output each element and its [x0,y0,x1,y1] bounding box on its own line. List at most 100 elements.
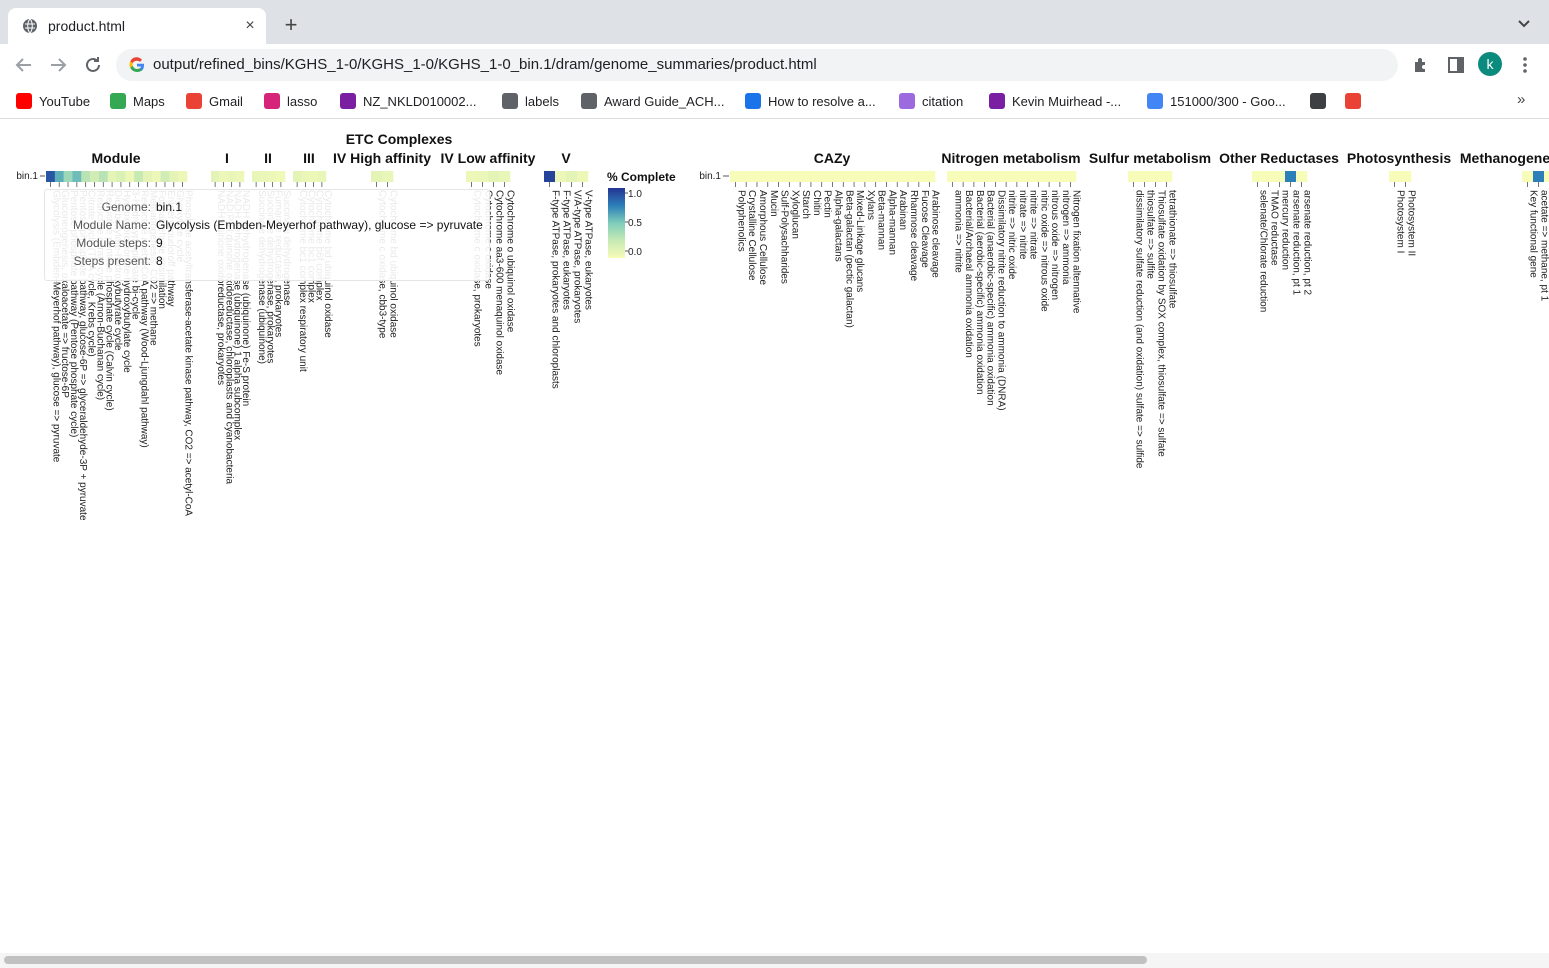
address-bar[interactable]: output/refined_bins/KGHS_1-0/KGHS_1-0/KG… [116,49,1398,81]
legend-tick-label: 0.5 [628,218,642,229]
heatmap-cell [1296,171,1308,182]
column-label: Alpha-galactans [833,190,844,262]
bookmark-0[interactable]: YouTube [16,93,90,111]
heatmap-cell [1054,171,1066,182]
bookmark-4[interactable]: NZ_NKLD010002... [340,93,476,111]
heatmap-cell [293,171,302,182]
heatmap-cell [730,171,742,182]
column-label: Fucose Cleavage [919,190,930,268]
bookmark-favicon-icon [989,93,1005,109]
heatmap-cell [382,171,394,182]
heatmap-cell [268,171,278,182]
heatmap-cell [90,171,100,182]
column-label: TMAO reductase [1269,190,1280,266]
bookmark-3[interactable]: lasso [264,93,317,111]
bookmark-label: Maps [133,94,165,109]
heatmap-cell [870,171,882,182]
heatmap-cell [902,171,914,182]
side-panel-icon[interactable] [1445,54,1467,76]
tab-title: product.html [48,18,126,34]
tab-product[interactable]: product.html × [8,8,266,44]
bookmark-1[interactable]: Maps [110,93,165,111]
column-label: Crystalline Cellulose [746,190,757,281]
column-label: nitrogen => ammonia [1060,190,1071,285]
panel-title: V [561,150,571,166]
column-label: Bacterial (anaerobic-specific) ammonia o… [985,190,996,406]
bookmark-12[interactable] [1345,93,1368,111]
bookmark-favicon-icon [899,93,915,109]
forward-arrow-icon[interactable] [47,54,69,76]
heatmap-cell [968,171,980,182]
heatmap-cell [544,171,556,182]
column-label: nitrite => nitric oxide [1006,190,1017,280]
heatmap-cell [160,171,170,182]
heatmap-cell [151,171,161,182]
scrollbar-thumb[interactable] [4,956,1147,964]
bookmark-6[interactable]: Award Guide_ACH... [581,93,724,111]
row-label-cazy: bin.1 [699,171,721,182]
horizontal-scrollbar[interactable] [0,953,1549,968]
heatmap-cell [54,171,64,182]
heatmap-cell [169,171,179,182]
heatmap-cell [116,171,126,182]
column-label: Pectin [822,190,833,218]
bookmark-10[interactable]: 151000/300 - Goo... [1147,93,1286,111]
bookmark-11[interactable] [1310,93,1333,111]
heatmap-cell [63,171,73,182]
legend-title: % Complete [607,170,676,184]
column-label: Arabinan [897,190,908,230]
heatmap-cell [219,171,228,182]
bookmark-favicon-icon [745,93,761,109]
chevron-down-icon[interactable] [1514,14,1534,34]
heatmap-cell [555,171,567,182]
bookmark-favicon-icon [340,93,356,109]
panel-9: Sulfur metabolism dissimilatory sulfate r… [1089,150,1211,469]
heatmap-cell [1533,171,1545,182]
column-label: V/A-type ATPase, prokaryotes [572,190,583,323]
column-label: V-type ATPase, eukaryotes [583,190,594,310]
bookmark-7[interactable]: How to resolve a... [745,93,876,111]
column-label: Starch [800,190,811,219]
bookmark-2[interactable]: Gmail [186,93,243,111]
column-label: acetate => methane, pt 1 [1539,190,1549,302]
column-label: Photosystem II [1406,190,1417,256]
bookmark-5[interactable]: labels [502,93,559,111]
reload-icon[interactable] [82,54,104,76]
heatmap-cell [1139,171,1151,182]
panel-6: V F-type ATPase, prokaryotes and chloropl… [544,150,594,389]
bookmarks-overflow-button[interactable]: » [1517,91,1525,108]
close-tab-icon[interactable]: × [240,16,260,36]
profile-avatar[interactable]: k [1478,52,1502,76]
column-label: Amorphous Cellulose [757,190,768,285]
column-label: Rhamnose cleavage [908,190,919,282]
bookmark-favicon-icon [110,93,126,109]
panel-title: Sulfur metabolism [1089,150,1211,166]
hover-tooltip: Genome: bin.1 Module Name: Glycolysis (E… [44,189,490,281]
back-arrow-icon[interactable] [13,54,35,76]
heatmap-cell [1128,171,1140,182]
heatmap-cell [990,171,1002,182]
heatmap-cell [762,171,774,182]
column-label: Arabinose cleavage [930,190,941,278]
bookmark-8[interactable]: citation [899,93,963,111]
kebab-menu-icon[interactable] [1514,54,1536,76]
heatmap-cell [301,171,310,182]
heatmap-cell [751,171,763,182]
heatmap-cell [1389,171,1401,182]
bookmark-label: 151000/300 - Goo... [1170,94,1286,109]
heatmap-cell [1065,171,1077,182]
column-label: arsenate reduction, pt 1 [1291,190,1302,296]
heatmap-cell [816,171,828,182]
column-label: Beta-mannan [876,190,887,250]
bookmark-label: NZ_NKLD010002... [363,94,477,109]
heatmap-cell [924,171,936,182]
bookmark-9[interactable]: Kevin Muirhead -... [989,93,1121,111]
extensions-puzzle-icon[interactable] [1410,54,1432,76]
column-label: Polyphenolics [735,190,746,252]
heatmap-cell [371,171,383,182]
new-tab-button[interactable]: + [280,14,302,36]
google-icon [129,57,144,73]
heatmap-cell [477,171,489,182]
heatmap-cell [252,171,261,182]
bookmarks-bar: YouTube Maps Gmail lasso NZ_NKLD010002... lab… [0,86,1549,119]
